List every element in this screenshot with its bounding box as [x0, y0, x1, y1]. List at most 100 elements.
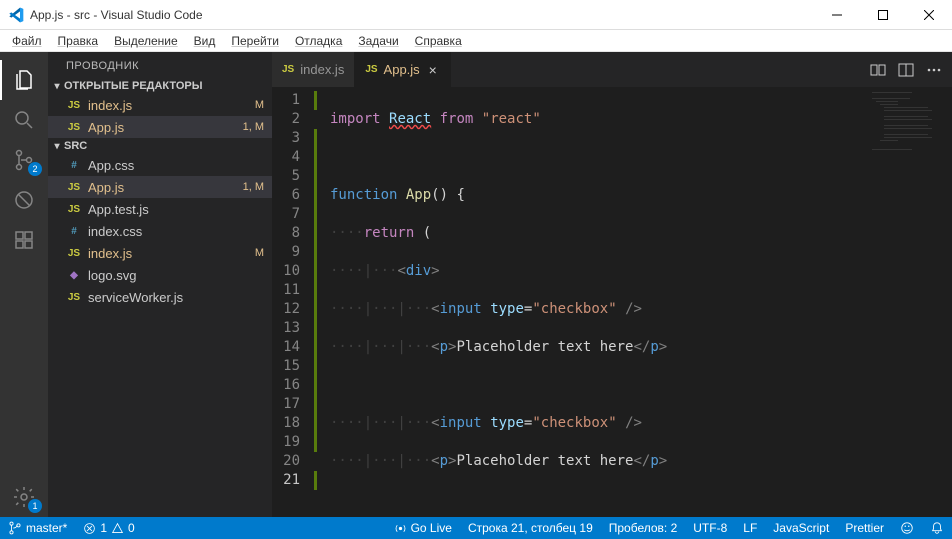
tab-label: App.js	[384, 62, 420, 77]
code-editor[interactable]: 123456789101112131415161718192021 import…	[272, 87, 952, 517]
menu-view[interactable]: Вид	[186, 32, 224, 50]
file-item[interactable]: ◆ logo.svg	[48, 264, 272, 286]
menu-debug[interactable]: Отладка	[287, 32, 350, 50]
scm-badge: 2	[28, 162, 42, 176]
status-notifications[interactable]	[922, 517, 952, 539]
smiley-icon	[900, 521, 914, 535]
js-icon: JS	[365, 64, 377, 75]
tab-index-js[interactable]: JS index.js	[272, 52, 355, 87]
open-editors-header[interactable]: ▾ ОТКРЫТЫЕ РЕДАКТОРЫ	[48, 78, 272, 94]
menu-help[interactable]: Справка	[407, 32, 470, 50]
git-branch-icon	[8, 521, 22, 535]
open-editor-item[interactable]: JS App.js 1, M	[48, 116, 272, 138]
css-icon: #	[66, 160, 82, 171]
activity-settings[interactable]: 1	[0, 477, 48, 517]
menu-selection[interactable]: Выделение	[106, 32, 186, 50]
file-item[interactable]: JS App.test.js	[48, 198, 272, 220]
line-gutter: 123456789101112131415161718192021	[272, 87, 314, 517]
menu-tasks[interactable]: Задачи	[350, 32, 406, 50]
status-encoding[interactable]: UTF-8	[685, 517, 735, 539]
file-item[interactable]: JS index.js M	[48, 242, 272, 264]
js-icon: JS	[66, 204, 82, 215]
activity-search[interactable]	[0, 100, 48, 140]
minimap[interactable]	[868, 87, 938, 517]
status-golive[interactable]: Go Live	[386, 517, 460, 539]
svg-icon: ◆	[66, 270, 82, 281]
open-editor-item[interactable]: JS index.js M	[48, 94, 272, 116]
search-icon	[12, 108, 36, 132]
status-spaces[interactable]: Пробелов: 2	[601, 517, 686, 539]
file-label: index.js	[88, 98, 251, 113]
window-title: App.js - src - Visual Studio Code	[30, 8, 814, 22]
close-tab-icon[interactable]: ×	[426, 62, 440, 78]
activity-scm[interactable]: 2	[0, 140, 48, 180]
menu-bar: Файл Правка Выделение Вид Перейти Отладк…	[0, 30, 952, 52]
compare-icon[interactable]	[870, 62, 886, 78]
js-icon: JS	[66, 248, 82, 259]
menu-file[interactable]: Файл	[4, 32, 50, 50]
file-label: logo.svg	[88, 268, 264, 283]
file-label: App.css	[88, 158, 264, 173]
activity-explorer[interactable]	[0, 60, 48, 100]
activity-extensions[interactable]	[0, 220, 48, 260]
activity-debug[interactable]	[0, 180, 48, 220]
status-feedback[interactable]	[892, 517, 922, 539]
close-button[interactable]	[906, 0, 952, 30]
file-status: M	[255, 247, 264, 259]
open-editors-label: ОТКРЫТЫЕ РЕДАКТОРЫ	[64, 80, 203, 92]
menu-go[interactable]: Перейти	[223, 32, 287, 50]
js-icon: JS	[66, 292, 82, 303]
status-bar: master* 1 0 Go Live Строка 21, столбец 1…	[0, 517, 952, 539]
folder-label: SRC	[64, 140, 87, 152]
file-status: 1, M	[243, 121, 264, 133]
js-icon: JS	[66, 100, 82, 111]
broadcast-icon	[394, 522, 407, 535]
tab-label: index.js	[300, 62, 344, 77]
file-label: App.js	[88, 120, 239, 135]
vscode-logo-icon	[8, 7, 24, 23]
status-eol[interactable]: LF	[735, 517, 765, 539]
files-icon	[12, 68, 36, 92]
tab-app-js[interactable]: JS App.js ×	[355, 52, 450, 87]
file-label: App.js	[88, 180, 239, 195]
file-status: M	[255, 99, 264, 111]
file-label: serviceWorker.js	[88, 290, 264, 305]
warning-icon	[111, 522, 124, 535]
editor-tabs: JS index.js JS App.js ×	[272, 52, 952, 87]
minimize-button[interactable]	[814, 0, 860, 30]
code-content[interactable]: import React from "react" function App()…	[314, 87, 868, 517]
title-bar: App.js - src - Visual Studio Code	[0, 0, 952, 30]
file-label: App.test.js	[88, 202, 264, 217]
js-icon: JS	[66, 182, 82, 193]
css-icon: #	[66, 226, 82, 237]
status-problems[interactable]: 1 0	[75, 517, 142, 539]
activity-bar: 2 1	[0, 52, 48, 517]
editor-area: JS index.js JS App.js × 1234567891011121…	[272, 52, 952, 517]
error-icon	[83, 522, 96, 535]
status-language[interactable]: JavaScript	[765, 517, 837, 539]
maximize-button[interactable]	[860, 0, 906, 30]
extensions-icon	[12, 228, 36, 252]
file-label: index.js	[88, 246, 251, 261]
file-item[interactable]: # App.css	[48, 154, 272, 176]
sidebar-explorer: ПРОВОДНИК ▾ ОТКРЫТЫЕ РЕДАКТОРЫ JS index.…	[48, 52, 272, 517]
file-status: 1, M	[243, 181, 264, 193]
status-prettier[interactable]: Prettier	[837, 517, 892, 539]
js-icon: JS	[66, 122, 82, 133]
overview-ruler[interactable]	[938, 87, 952, 517]
file-item[interactable]: # index.css	[48, 220, 272, 242]
sidebar-title: ПРОВОДНИК	[48, 52, 272, 78]
menu-edit[interactable]: Правка	[50, 32, 107, 50]
chevron-down-icon: ▾	[50, 141, 64, 152]
chevron-down-icon: ▾	[50, 81, 64, 92]
file-item[interactable]: JS App.js 1, M	[48, 176, 272, 198]
folder-header[interactable]: ▾ SRC	[48, 138, 272, 154]
file-label: index.css	[88, 224, 264, 239]
status-branch[interactable]: master*	[0, 517, 75, 539]
settings-badge: 1	[28, 499, 42, 513]
debug-icon	[12, 188, 36, 212]
split-editor-icon[interactable]	[898, 62, 914, 78]
more-icon[interactable]	[926, 62, 942, 78]
status-cursor[interactable]: Строка 21, столбец 19	[460, 517, 601, 539]
file-item[interactable]: JS serviceWorker.js	[48, 286, 272, 308]
